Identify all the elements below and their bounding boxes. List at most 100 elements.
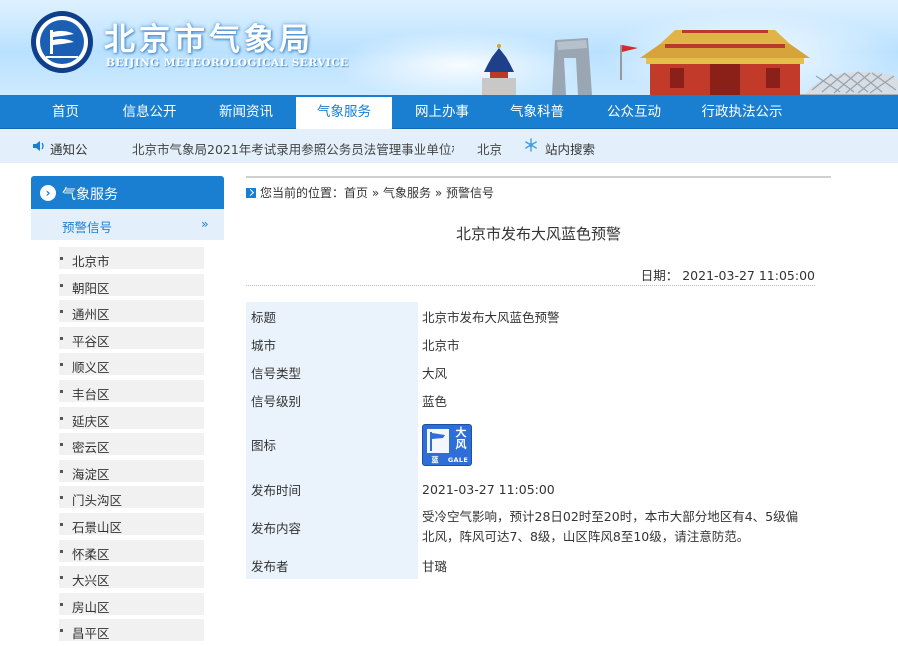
district-item[interactable]: 密云区 <box>59 433 204 456</box>
title-value: 北京市发布大风蓝色预警 <box>418 302 820 330</box>
signal-level-value: 蓝色 <box>418 386 820 414</box>
district-item[interactable]: 北京市 <box>59 247 204 269</box>
bullet-icon <box>60 336 63 340</box>
breadcrumb-home-link[interactable]: 首页 <box>344 186 368 200</box>
warning-info-table: 标题 北京市发布大风蓝色预警 城市 北京市 信号类型 大风 信号级别 蓝色 图标… <box>246 302 820 579</box>
title-label: 标题 <box>246 302 418 330</box>
breadcrumb-weather-service-link[interactable]: 气象服务 <box>383 186 431 200</box>
icon-text-blue: 蓝 <box>431 455 439 464</box>
nav-item-science[interactable]: 气象科普 <box>491 95 583 129</box>
bullet-icon <box>60 389 63 393</box>
date-value: 2021-03-27 11:05:00 <box>682 268 815 283</box>
bullet-icon <box>60 496 63 500</box>
nav-item-info-disclosure[interactable]: 信息公开 <box>107 95 192 129</box>
publish-time-label: 发布时间 <box>246 475 418 503</box>
city-value: 北京市 <box>418 330 820 358</box>
district-item[interactable]: 房山区 <box>59 592 204 615</box>
sidebar-item-warning-signals[interactable]: 预警信号 » <box>31 209 224 240</box>
table-row: 信号类型 大风 <box>246 358 820 386</box>
table-row: 图标 大风 蓝 GALE <box>246 414 820 475</box>
icon-label: 图标 <box>246 414 418 475</box>
city-label: 城市 <box>246 330 418 358</box>
table-row: 发布内容 受冷空气影响，预计28日02时至20时，本市大部分地区有4、5级偏北风… <box>246 503 820 551</box>
district-item[interactable]: 大兴区 <box>59 566 204 589</box>
nav-item-public-interaction[interactable]: 公众互动 <box>588 95 680 129</box>
district-item[interactable]: 怀柔区 <box>59 539 204 562</box>
signal-level-label: 信号级别 <box>246 386 418 414</box>
signal-type-label: 信号类型 <box>246 358 418 386</box>
table-row: 发布时间 2021-03-27 11:05:00 <box>246 475 820 503</box>
district-item[interactable]: 海淀区 <box>59 459 204 482</box>
bullet-icon <box>60 522 63 526</box>
bullet-icon <box>60 469 63 473</box>
bullet-icon <box>60 629 63 633</box>
notice-label: 通知公 <box>50 142 88 157</box>
speaker-icon <box>33 141 44 151</box>
district-list: 北京市 朝阳区 通州区 平谷区 顺义区 丰台区 延庆区 密云区 海淀区 门头沟区… <box>59 247 204 646</box>
district-item[interactable]: 石景山区 <box>59 512 204 535</box>
breadcrumb-separator: » <box>371 186 380 200</box>
district-item[interactable]: 门头沟区 <box>59 486 204 509</box>
sidebar-section-header: › 气象服务 <box>31 176 224 209</box>
date-label: 日期： <box>640 268 679 283</box>
district-item[interactable]: 昌平区 <box>59 619 204 642</box>
bullet-icon <box>60 549 63 553</box>
content-value: 受冷空气影响，预计28日02时至20时，本市大部分地区有4、5级偏北风，阵风可达… <box>422 509 799 544</box>
date-divider <box>246 285 815 286</box>
signal-type-value: 大风 <box>418 358 820 386</box>
icon-text-cn: 大风 <box>455 425 467 451</box>
district-item[interactable]: 通州区 <box>59 300 204 323</box>
bmsc-logo-icon[interactable] <box>30 10 94 74</box>
bullet-icon <box>60 283 63 287</box>
bullet-icon <box>60 602 63 606</box>
content-top-divider <box>246 176 831 178</box>
notice-marquee-link[interactable]: 北京市气象局2021年考试录用参照公务员法管理事业单位机关工作人员 <box>132 139 454 158</box>
icon-text-en: GALE <box>447 455 469 464</box>
district-item[interactable]: 平谷区 <box>59 326 204 349</box>
bullet-icon <box>60 443 63 447</box>
main-nav: 首页 信息公开 新闻资讯 气象服务 网上办事 气象科普 公众互动 行政执法公示 <box>0 95 898 129</box>
site-title: 北京市气象局 <box>104 22 314 58</box>
publish-time-value: 2021-03-27 11:05:00 <box>418 475 820 503</box>
publisher-label: 发布者 <box>246 551 418 579</box>
breadcrumb: 您当前的位置：首页 » 气象服务 » 预警信号 <box>246 184 494 200</box>
content-label: 发布内容 <box>246 503 418 551</box>
notice-bar: 通知公 北京市气象局2021年考试录用参照公务员法管理事业单位机关工作人员 北京… <box>0 129 898 163</box>
city-selector[interactable]: 北京 <box>477 139 502 158</box>
site-header: 北京市气象局 BEIJING METEOROLOGICAL SERVICE <box>0 0 898 95</box>
windsock-flag-icon <box>427 428 449 453</box>
district-item[interactable]: 顺义区 <box>59 353 204 376</box>
double-chevron-right-icon: » <box>201 216 209 231</box>
chevron-right-circle-icon: › <box>40 185 56 201</box>
location-arrow-icon <box>246 188 256 198</box>
publisher-value: 甘璐 <box>418 551 820 579</box>
nav-item-law-enforcement[interactable]: 行政执法公示 <box>686 95 798 129</box>
bullet-icon <box>60 576 63 580</box>
district-item[interactable]: 朝阳区 <box>59 273 204 296</box>
snowflake-icon <box>525 138 537 152</box>
breadcrumb-prefix: 您当前的位置： <box>260 186 345 200</box>
nav-item-online-service[interactable]: 网上办事 <box>396 95 488 129</box>
site-search-link[interactable]: 站内搜索 <box>545 139 595 158</box>
sidebar-section-title: 气象服务 <box>62 187 118 203</box>
table-row: 发布者 甘璐 <box>246 551 820 579</box>
bullet-icon <box>60 257 63 260</box>
publish-date: 日期： 2021-03-27 11:05:00 <box>246 265 815 284</box>
site-subtitle: BEIJING METEOROLOGICAL SERVICE <box>106 57 349 69</box>
gale-blue-warning-icon: 大风 蓝 GALE <box>422 423 472 466</box>
table-row: 信号级别 蓝色 <box>246 386 820 414</box>
sidebar-sub-title: 预警信号 <box>62 220 113 235</box>
table-row: 标题 北京市发布大风蓝色预警 <box>246 302 820 330</box>
breadcrumb-separator: » <box>434 186 443 200</box>
nav-item-home[interactable]: 首页 <box>32 95 99 129</box>
bullet-icon <box>60 416 63 420</box>
bullet-icon <box>60 310 63 314</box>
nav-item-weather-service[interactable]: 气象服务 <box>296 97 392 129</box>
district-item[interactable]: 丰台区 <box>59 379 204 402</box>
district-item[interactable]: 延庆区 <box>59 406 204 429</box>
table-row: 城市 北京市 <box>246 330 820 358</box>
page-title: 北京市发布大风蓝色预警 <box>455 225 621 243</box>
bullet-icon <box>60 363 63 367</box>
nav-item-news[interactable]: 新闻资讯 <box>200 95 292 129</box>
breadcrumb-warning-signals-link[interactable]: 预警信号 <box>446 186 494 200</box>
